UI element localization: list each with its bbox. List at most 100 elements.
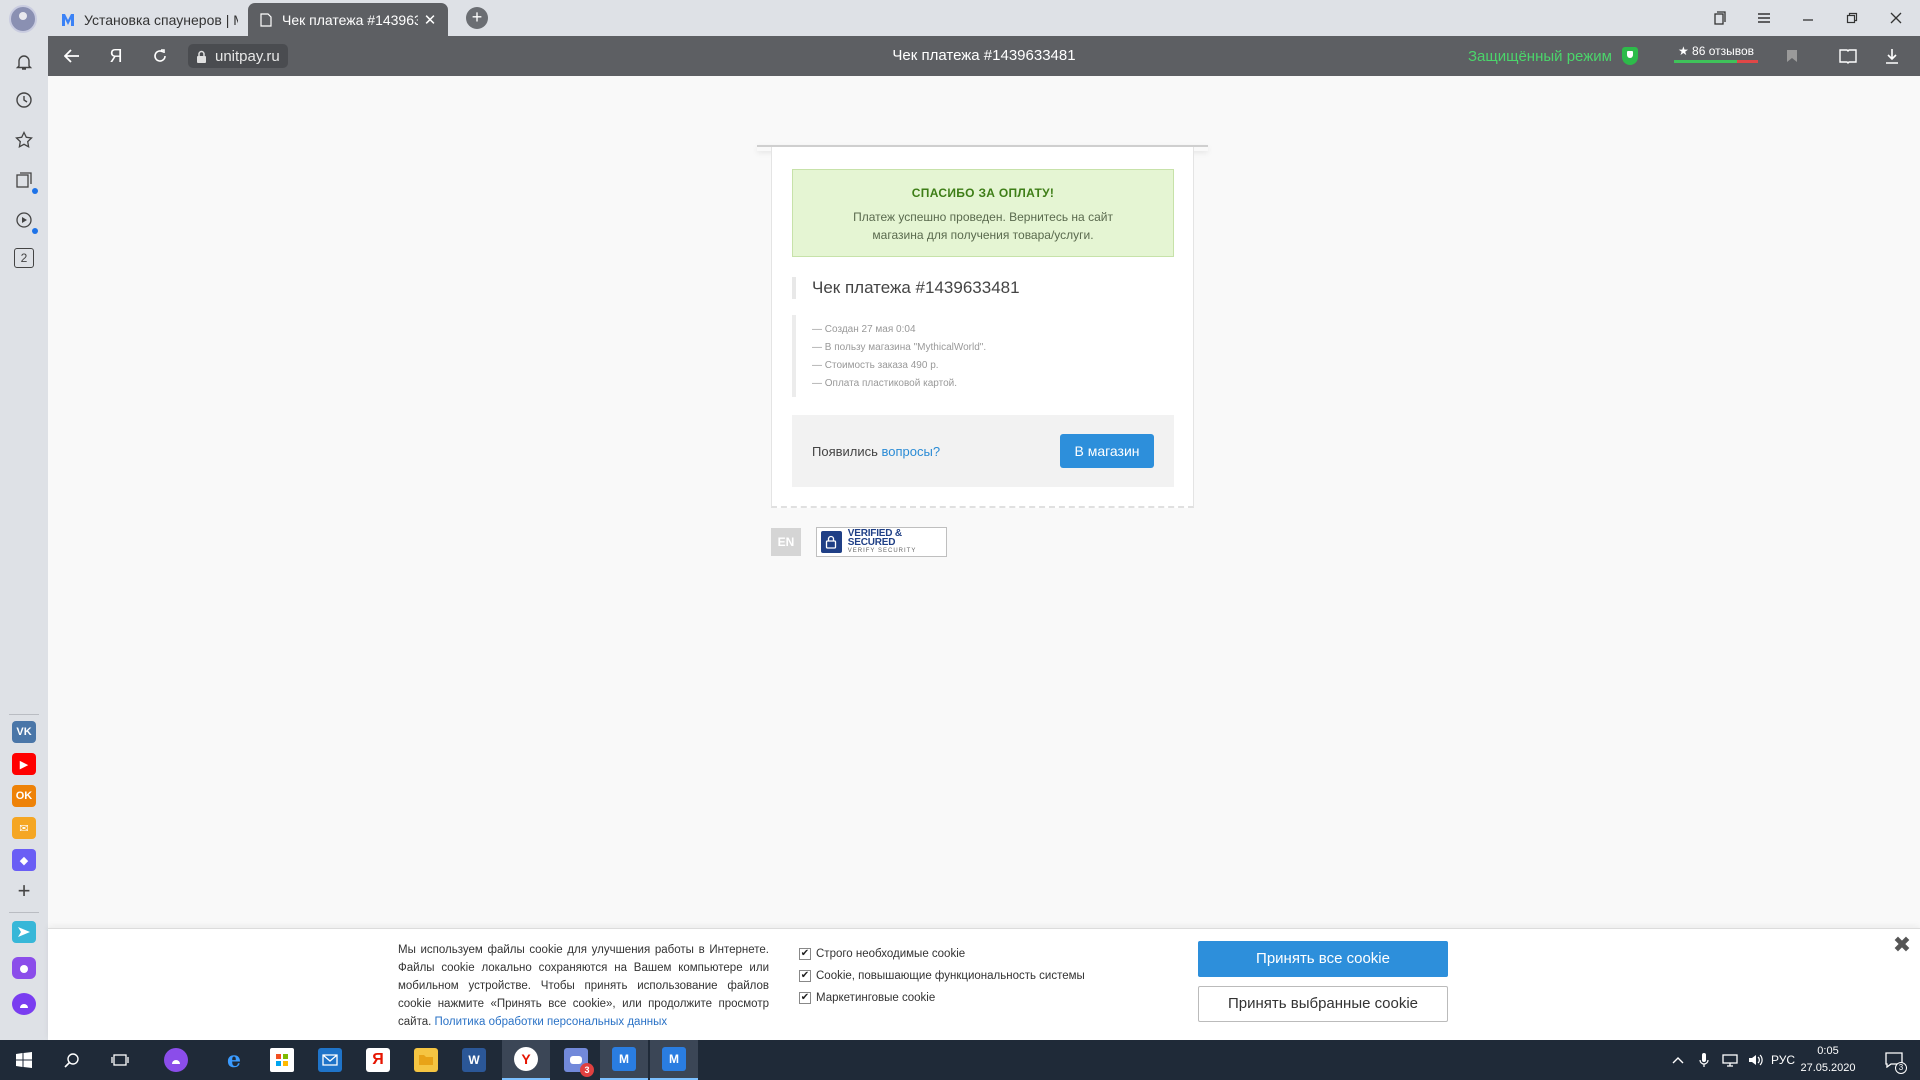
alice-launcher-icon[interactable] (12, 957, 36, 979)
star-icon[interactable] (12, 128, 36, 152)
seal-title: VERIFIED & SECURED (847, 527, 902, 548)
questions-prefix: Появились (812, 444, 882, 459)
edge-icon[interactable]: e (210, 1040, 258, 1080)
mythical-app-2-icon[interactable]: M (650, 1040, 698, 1080)
cookie-option-necessary[interactable]: ✔ Строго необходимые cookie (799, 943, 1085, 965)
discord-logo: 3 (564, 1048, 594, 1077)
reviews-badge[interactable]: ★ 86 отзывов (1674, 44, 1758, 63)
collections-icon[interactable] (12, 168, 38, 194)
mail-logo (318, 1048, 342, 1072)
m-logo-icon: M (662, 1047, 686, 1071)
cookie-option-marketing[interactable]: ✔ Маркетинговые cookie (799, 987, 1085, 1009)
mail-app-icon[interactable] (306, 1040, 354, 1080)
word-logo: W (462, 1048, 486, 1072)
cookie-option-functional[interactable]: ✔ Cookie, повышающие функциональность си… (799, 965, 1085, 987)
youtube-icon[interactable]: ▶ (12, 753, 36, 775)
tab-strip: Установка спаунеров | My Чек платежа #14… (0, 0, 1920, 36)
alice-icon[interactable] (12, 993, 36, 1015)
m-logo-icon (60, 12, 76, 28)
protect-mode[interactable]: Защищённый режим (1468, 36, 1638, 76)
profile-avatar[interactable] (9, 5, 37, 33)
bookmark-icon[interactable] (1774, 36, 1810, 76)
success-alert: СПАСИБО ЗА ОПЛАТУ! Платеж успешно провед… (792, 169, 1174, 257)
maximize-icon[interactable] (1830, 0, 1874, 36)
discord-icon[interactable]: 3 (552, 1040, 600, 1080)
close-window-icon[interactable] (1874, 0, 1918, 36)
store-icon[interactable] (258, 1040, 306, 1080)
mail-icon[interactable]: ✉ (12, 817, 36, 839)
word-icon[interactable]: W (450, 1040, 498, 1080)
receipt-title: Чек платежа #1439633481 (792, 277, 1020, 299)
notification-center-icon[interactable]: 3 (1874, 1040, 1914, 1080)
cookie-close-icon[interactable]: ✖ (1892, 934, 1912, 956)
alice-icon (164, 1048, 188, 1072)
privacy-policy-link[interactable]: Политика обработки персональных данных (435, 1016, 668, 1028)
yandex-browser-icon[interactable]: Y (502, 1040, 550, 1080)
reviews-label: ★ 86 отзывов (1677, 44, 1755, 58)
video-icon[interactable] (12, 208, 38, 234)
shield-icon (1621, 47, 1638, 65)
windows-start-icon[interactable] (0, 1040, 48, 1080)
alice-taskbar-icon[interactable] (152, 1040, 200, 1080)
bookmarks-icon[interactable] (1698, 0, 1742, 36)
yandex-logo: Я (366, 1048, 390, 1072)
back-icon[interactable] (54, 36, 90, 76)
mythical-app-1-icon[interactable]: M (600, 1040, 648, 1080)
questions-link[interactable]: вопросы? (882, 444, 941, 459)
zen-icon[interactable] (12, 921, 36, 943)
yandex-button[interactable]: Я (98, 36, 134, 76)
network-icon[interactable] (1718, 1040, 1742, 1080)
tab-close-icon[interactable]: ✕ (422, 11, 438, 29)
reload-icon[interactable] (142, 36, 178, 76)
notification-dot (32, 228, 38, 234)
language-switch[interactable]: EN (771, 528, 801, 556)
lock-icon (196, 50, 207, 63)
accept-selected-cookies-button[interactable]: Принять выбранные cookie (1198, 986, 1448, 1022)
site-domain: unitpay.ru (215, 47, 280, 65)
add-app-icon[interactable]: + (12, 878, 36, 903)
receipt-footer: Появились вопросы? В магазин (792, 415, 1174, 487)
clock[interactable]: 0:05 27.05.2020 (1788, 1043, 1868, 1077)
sidebar: 2 VK ▶ OK ✉ ◆ + (0, 36, 48, 1040)
tray-chevron-up-icon[interactable] (1666, 1040, 1690, 1080)
cookie-banner: Мы используем файлы cookie для улучшения… (48, 928, 1920, 1040)
checkbox-checked-icon[interactable]: ✔ (799, 992, 811, 1004)
site-chip[interactable]: unitpay.ru (188, 44, 288, 68)
microphone-icon[interactable] (1692, 1040, 1716, 1080)
reader-icon[interactable] (1830, 36, 1866, 76)
bell-icon[interactable] (12, 50, 36, 74)
checkbox-checked-icon[interactable]: ✔ (799, 970, 811, 982)
new-tab-button[interactable]: + (466, 7, 488, 29)
menu-icon[interactable] (1742, 0, 1786, 36)
success-heading: СПАСИБО ЗА ОПЛАТУ! (911, 186, 1055, 200)
yandex-browser-alt-icon[interactable]: Я (354, 1040, 402, 1080)
checkbox-checked-icon[interactable]: ✔ (799, 948, 811, 960)
history-icon[interactable] (12, 88, 36, 112)
messenger-icon[interactable]: ◆ (12, 849, 36, 871)
accept-all-cookies-button[interactable]: Принять все cookie (1198, 941, 1448, 977)
m-logo-icon: M (612, 1047, 636, 1071)
download-icon[interactable] (1874, 36, 1910, 76)
cookie-option-label: Маркетинговые cookie (816, 992, 936, 1004)
cookie-options: ✔ Строго необходимые cookie ✔ Cookie, по… (799, 943, 1085, 1009)
folder-icon (414, 1048, 438, 1072)
volume-icon[interactable] (1744, 1040, 1768, 1080)
task-view-icon[interactable] (96, 1040, 144, 1080)
tab-label: Установка спаунеров | My (84, 11, 238, 28)
security-seal[interactable]: VERIFIED & SECURED VERIFY SECURITY (816, 527, 947, 557)
discord-badge: 3 (580, 1063, 594, 1077)
tab-spawners[interactable]: Установка спаунеров | My (50, 3, 248, 36)
tab-receipt[interactable]: Чек платежа #14396334 ✕ (248, 3, 448, 36)
counter-icon[interactable]: 2 (14, 248, 34, 268)
detail-cost: — Стоимость заказа 490 р. (812, 360, 939, 371)
go-to-shop-button[interactable]: В магазин (1060, 434, 1154, 468)
page-icon (258, 12, 274, 28)
detail-created: — Создан 27 мая 0:04 (812, 324, 916, 335)
vk-icon[interactable]: VK (12, 721, 36, 743)
minimize-icon[interactable] (1786, 0, 1830, 36)
explorer-icon[interactable] (402, 1040, 450, 1080)
odnoklassniki-icon[interactable]: OK (12, 785, 36, 807)
clock-date: 27.05.2020 (1800, 1062, 1856, 1074)
search-icon[interactable] (48, 1040, 96, 1080)
address-bar: Я unitpay.ru Чек платежа #1439633481 Защ… (48, 36, 1920, 76)
